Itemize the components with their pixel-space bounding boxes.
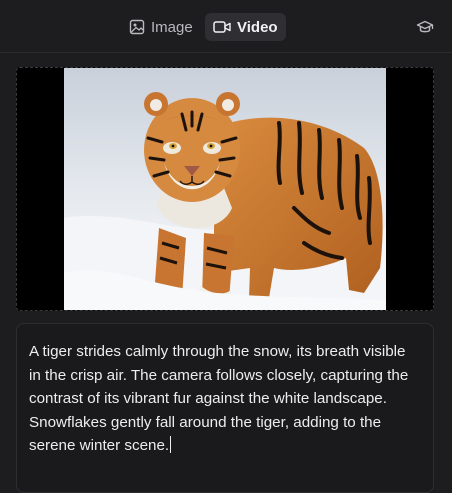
top-toolbar: Image Video	[0, 0, 452, 53]
tab-image-label: Image	[151, 18, 193, 36]
tab-image[interactable]: Image	[121, 13, 201, 41]
prompt-text: A tiger strides calmly through the snow,…	[29, 343, 409, 454]
tab-video-label: Video	[237, 18, 278, 36]
video-camera-icon	[213, 20, 231, 34]
prompt-textarea[interactable]: A tiger strides calmly through the snow,…	[16, 323, 434, 493]
text-caret	[170, 436, 172, 453]
image-icon	[129, 19, 145, 35]
graduation-cap-icon[interactable]	[416, 18, 434, 36]
tab-video[interactable]: Video	[205, 13, 286, 41]
video-preview[interactable]	[16, 67, 434, 311]
tiger-in-snow-image	[64, 68, 386, 310]
